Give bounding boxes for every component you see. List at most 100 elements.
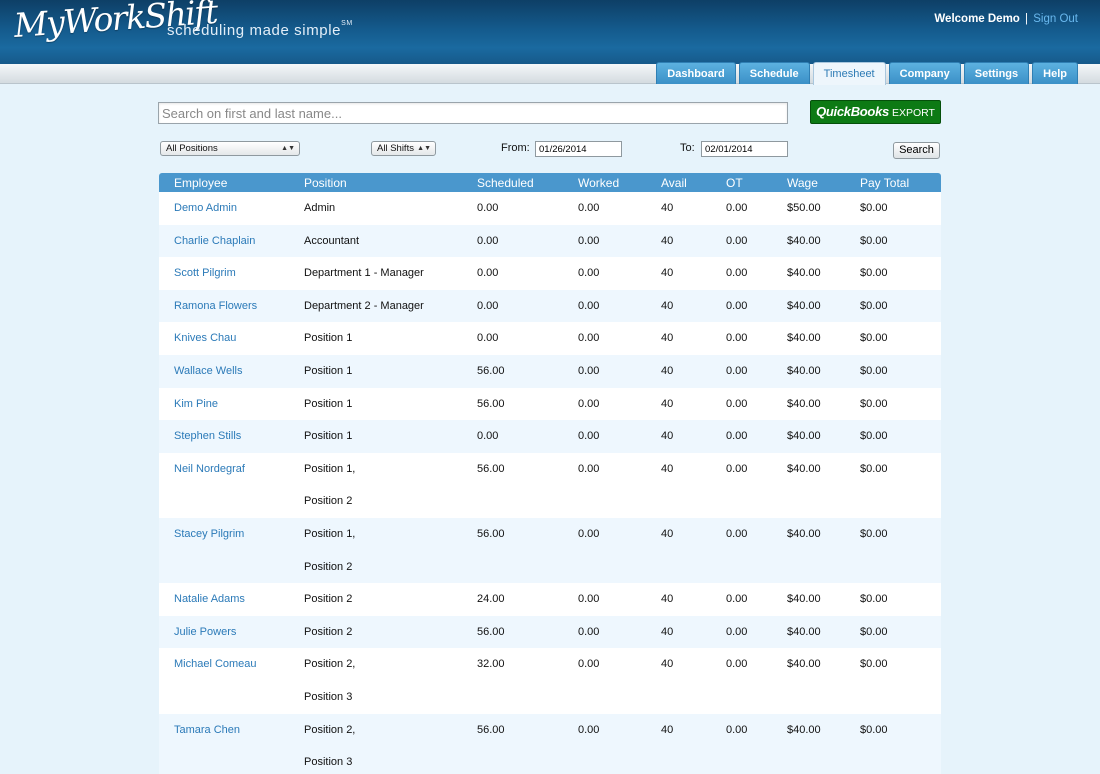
employee-link[interactable]: Stephen Stills bbox=[174, 430, 241, 442]
worked-cell: 0.00 bbox=[578, 527, 600, 540]
avail-cell: 40 bbox=[661, 658, 674, 671]
scheduled-cell: 56.00 bbox=[477, 723, 505, 736]
avail-cell: 40 bbox=[661, 462, 674, 475]
employee-link[interactable]: Ramona Flowers bbox=[174, 300, 257, 312]
scheduled-cell: 0.00 bbox=[477, 202, 499, 214]
search-button[interactable]: Search bbox=[893, 142, 940, 159]
scheduled-cell: 56.00 bbox=[477, 625, 505, 638]
pay-total-cell: $0.00 bbox=[860, 267, 888, 280]
select-arrows-icon: ▲▼ bbox=[417, 145, 431, 152]
export-label: EXPORT bbox=[891, 107, 935, 119]
sign-out-link[interactable]: Sign Out bbox=[1033, 13, 1078, 25]
scheduled-cell: 56.00 bbox=[477, 527, 505, 540]
column-header-scheduled: Scheduled bbox=[477, 176, 534, 190]
column-header-ot: OT bbox=[726, 176, 743, 190]
table-row: Tamara Chen Position 2, Position 3 56.00 0.0… bbox=[159, 713, 941, 774]
wage-cell: $40.00 bbox=[787, 267, 821, 280]
wage-cell: $40.00 bbox=[787, 625, 821, 638]
scheduled-cell: 32.00 bbox=[477, 658, 505, 671]
table-row: Wallace Wells Position 1 56.00 0.00 40 0.00 $4… bbox=[159, 354, 941, 388]
position-cell: Position 2, Position 3 bbox=[304, 714, 474, 774]
wage-cell: $40.00 bbox=[787, 593, 821, 606]
position-line: Position 1, bbox=[304, 462, 356, 475]
worked-cell: 0.00 bbox=[578, 364, 600, 377]
worked-cell: 0.00 bbox=[578, 234, 600, 247]
wage-cell: $40.00 bbox=[787, 332, 821, 345]
ot-cell: 0.00 bbox=[726, 527, 748, 540]
employee-link[interactable]: Tamara Chen bbox=[174, 724, 240, 736]
scheduled-cell: 24.00 bbox=[477, 593, 505, 606]
scheduled-cell: 56.00 bbox=[477, 364, 505, 377]
welcome-text: Welcome Demo bbox=[934, 13, 1020, 25]
to-date-input[interactable] bbox=[701, 141, 788, 157]
employee-link[interactable]: Natalie Adams bbox=[174, 593, 245, 605]
ot-cell: 0.00 bbox=[726, 658, 748, 671]
pay-total-cell: $0.00 bbox=[860, 299, 888, 312]
employee-link[interactable]: Stacey Pilgrim bbox=[174, 528, 244, 540]
position-line: Department 2 - Manager bbox=[304, 299, 424, 312]
position-cell: Position 1, Position 2 bbox=[304, 453, 474, 518]
service-mark: SM bbox=[341, 20, 353, 27]
position-cell: Position 2 bbox=[304, 616, 474, 649]
separator: | bbox=[1025, 13, 1029, 25]
employee-search-input[interactable] bbox=[158, 102, 788, 124]
table-row: Stacey Pilgrim Position 1, Position 2 56.00… bbox=[159, 517, 941, 584]
position-line: Position 1 bbox=[304, 430, 353, 443]
table-body: Demo Admin Admin 0.00 0.00 40 0.00 $50.00 $0.00… bbox=[159, 192, 941, 774]
ot-cell: 0.00 bbox=[726, 234, 748, 247]
worked-cell: 0.00 bbox=[578, 267, 600, 280]
shifts-select[interactable]: All Shifts ▲▼ bbox=[371, 141, 436, 156]
employee-link[interactable]: Neil Nordegraf bbox=[174, 463, 245, 475]
avail-cell: 40 bbox=[661, 364, 674, 377]
table-row: Scott Pilgrim Department 1 - Manager 0.00 0… bbox=[159, 257, 941, 290]
tab-settings[interactable]: Settings bbox=[963, 62, 1030, 84]
ot-cell: 0.00 bbox=[726, 723, 748, 736]
scheduled-cell: 0.00 bbox=[477, 332, 499, 345]
employee-link[interactable]: Charlie Chaplain bbox=[174, 235, 255, 247]
tagline: scheduling made simpleSM bbox=[167, 20, 353, 39]
pay-total-cell: $0.00 bbox=[860, 593, 888, 606]
worked-cell: 0.00 bbox=[578, 299, 600, 312]
employee-link[interactable]: Kim Pine bbox=[174, 398, 218, 410]
worked-cell: 0.00 bbox=[578, 397, 600, 410]
tagline-text: scheduling made simple bbox=[167, 22, 342, 39]
employee-link[interactable]: Wallace Wells bbox=[174, 365, 242, 377]
ot-cell: 0.00 bbox=[726, 462, 748, 475]
tab-schedule[interactable]: Schedule bbox=[738, 62, 810, 84]
tab-timesheet[interactable]: Timesheet bbox=[812, 62, 886, 85]
column-header-employee: Employee bbox=[174, 176, 228, 190]
employee-link[interactable]: Demo Admin bbox=[174, 202, 237, 214]
shifts-select-value: All Shifts bbox=[377, 143, 414, 154]
position-line: Position 3 bbox=[304, 690, 353, 703]
wage-cell: $40.00 bbox=[787, 299, 821, 312]
positions-select-value: All Positions bbox=[166, 143, 218, 154]
avail-cell: 40 bbox=[661, 267, 674, 280]
pay-total-cell: $0.00 bbox=[860, 462, 888, 475]
employee-link[interactable]: Julie Powers bbox=[174, 626, 236, 638]
avail-cell: 40 bbox=[661, 723, 674, 736]
scheduled-cell: 0.00 bbox=[477, 430, 499, 443]
app-header: MyWorkShift scheduling made simpleSM Wel… bbox=[0, 0, 1100, 64]
table-row: Natalie Adams Position 2 24.00 0.00 40 0.00 $4… bbox=[159, 583, 941, 616]
employee-link[interactable]: Knives Chau bbox=[174, 332, 236, 344]
worked-cell: 0.00 bbox=[578, 332, 600, 345]
positions-select[interactable]: All Positions ▲▼ bbox=[160, 141, 300, 156]
position-cell: Position 1 bbox=[304, 355, 474, 388]
worked-cell: 0.00 bbox=[578, 723, 600, 736]
position-line: Position 1 bbox=[304, 364, 353, 377]
quickbooks-export-button[interactable]: QuickBooks EXPORT bbox=[810, 100, 941, 124]
employee-link[interactable]: Scott Pilgrim bbox=[174, 267, 236, 279]
employee-link[interactable]: Michael Comeau bbox=[174, 658, 257, 670]
tab-help[interactable]: Help bbox=[1032, 62, 1078, 84]
column-header-pay-total: Pay Total bbox=[860, 176, 910, 190]
tab-dashboard[interactable]: Dashboard bbox=[656, 62, 736, 84]
quickbooks-brand: QuickBooks bbox=[816, 104, 889, 119]
table-row: Knives Chau Position 1 0.00 0.00 40 0.00 $40.0… bbox=[159, 322, 941, 355]
from-date-input[interactable] bbox=[535, 141, 622, 157]
worked-cell: 0.00 bbox=[578, 202, 600, 214]
position-cell: Position 2 bbox=[304, 583, 474, 616]
table-row: Demo Admin Admin 0.00 0.00 40 0.00 $50.00 $0.00 bbox=[159, 192, 941, 225]
pay-total-cell: $0.00 bbox=[860, 527, 888, 540]
pay-total-cell: $0.00 bbox=[860, 658, 888, 671]
tab-company[interactable]: Company bbox=[888, 62, 961, 84]
